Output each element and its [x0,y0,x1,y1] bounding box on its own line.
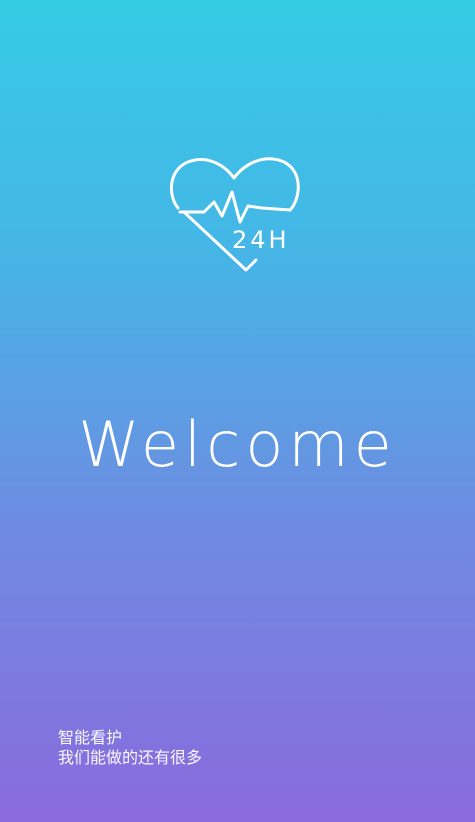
tagline-line-1: 智能看护 [58,728,123,747]
tagline-line-2: 我们能做的还有很多 [58,748,203,767]
tagline: 智能看护 我们能做的还有很多 [58,728,358,768]
welcome-title: Welcome [78,408,397,481]
logo-badge-text: 24H [232,226,290,254]
heart-pulse-24h-icon: 24H [166,152,310,276]
splash-screen: 24H Welcome 智能看护 我们能做的还有很多 [0,0,475,822]
